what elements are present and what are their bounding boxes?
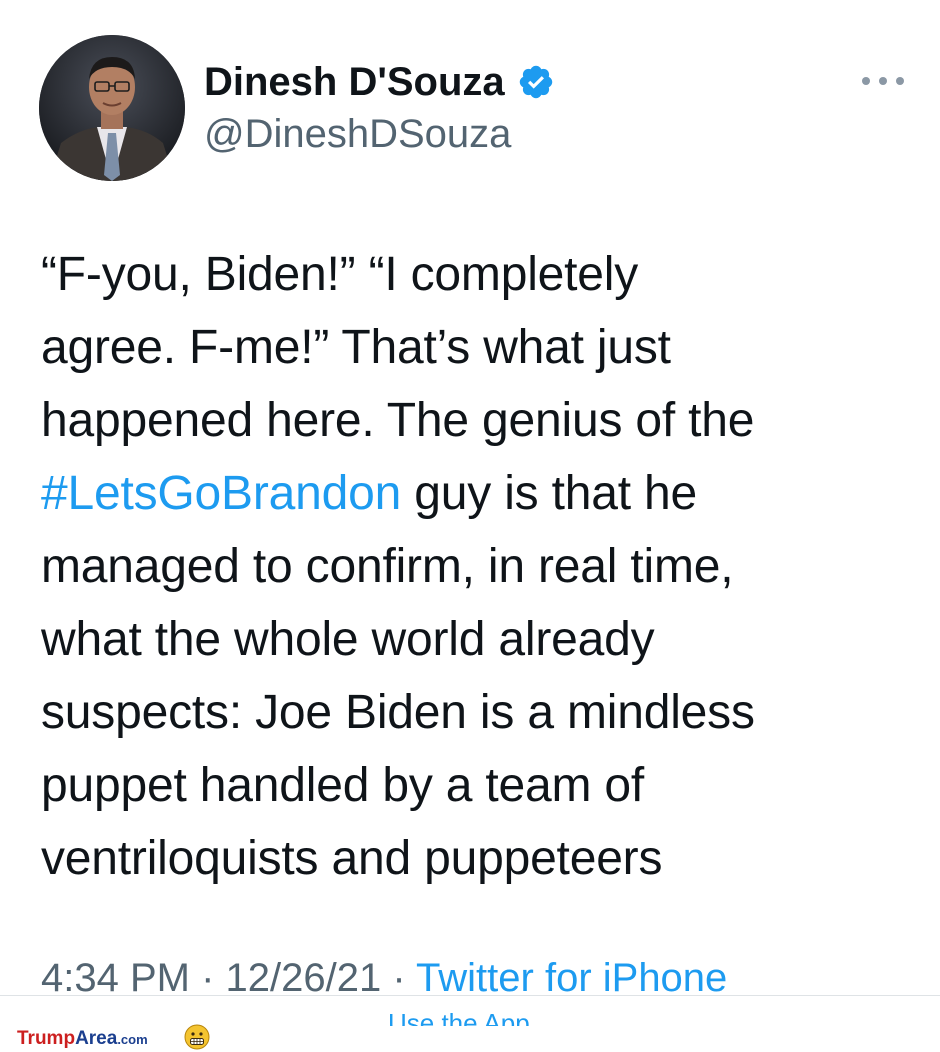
tweet-timestamp[interactable]: 4:34 PM · 12/26/21 · — [41, 956, 416, 1000]
tweet-text-line: suspects: Joe Biden is a mindless — [41, 686, 755, 739]
hashtag-link[interactable]: #LetsGoBrandon — [41, 467, 401, 520]
watermark-part: Trump — [17, 1028, 76, 1049]
tweet-text-line: puppet handled by a team of — [41, 759, 645, 812]
grimace-emoji-icon — [184, 1024, 210, 1050]
tweet-text-line-with-hashtag: #LetsGoBrandon guy is that he — [41, 457, 921, 530]
author-name-row[interactable]: Dinesh D'Souza — [204, 58, 555, 106]
more-horizontal-icon[interactable] — [862, 70, 904, 92]
tweet-text-fragment: guy is that he — [401, 467, 697, 520]
author-handle[interactable]: @DineshDSouza — [204, 110, 511, 158]
footer-bar: Use the App TrumpArea.com — [0, 996, 940, 1052]
more-dot — [862, 77, 870, 85]
watermark-part: Area — [75, 1028, 118, 1049]
author-display-name[interactable]: Dinesh D'Souza — [204, 58, 505, 106]
tweet-text-line: happened here. The genius of the — [41, 394, 755, 447]
avatar-photo — [39, 35, 185, 181]
more-dot — [879, 77, 887, 85]
tweet-text: “F-you, Biden!” “I completely agree. F-m… — [41, 238, 921, 895]
tweet-source-link[interactable]: Twitter for iPhone — [416, 956, 727, 1000]
use-the-app-link[interactable]: Use the App — [388, 1010, 530, 1026]
tweet-text-line: what the whole world already — [41, 613, 655, 666]
tweet-card: Dinesh D'Souza @DineshDSouza “F-you, Bid… — [0, 0, 940, 1000]
verified-badge-icon — [517, 63, 555, 101]
site-watermark: TrumpArea.com — [17, 1028, 148, 1051]
author-avatar[interactable] — [39, 35, 185, 181]
watermark-part: .com — [117, 1032, 148, 1047]
more-dot — [896, 77, 904, 85]
tweet-text-line: “F-you, Biden!” “I completely — [41, 248, 639, 301]
tweet-text-line: agree. F-me!” That’s what just — [41, 321, 671, 374]
tweet-text-line: managed to confirm, in real time, — [41, 540, 734, 593]
tweet-text-line: ventriloquists and puppeteers — [41, 832, 663, 885]
